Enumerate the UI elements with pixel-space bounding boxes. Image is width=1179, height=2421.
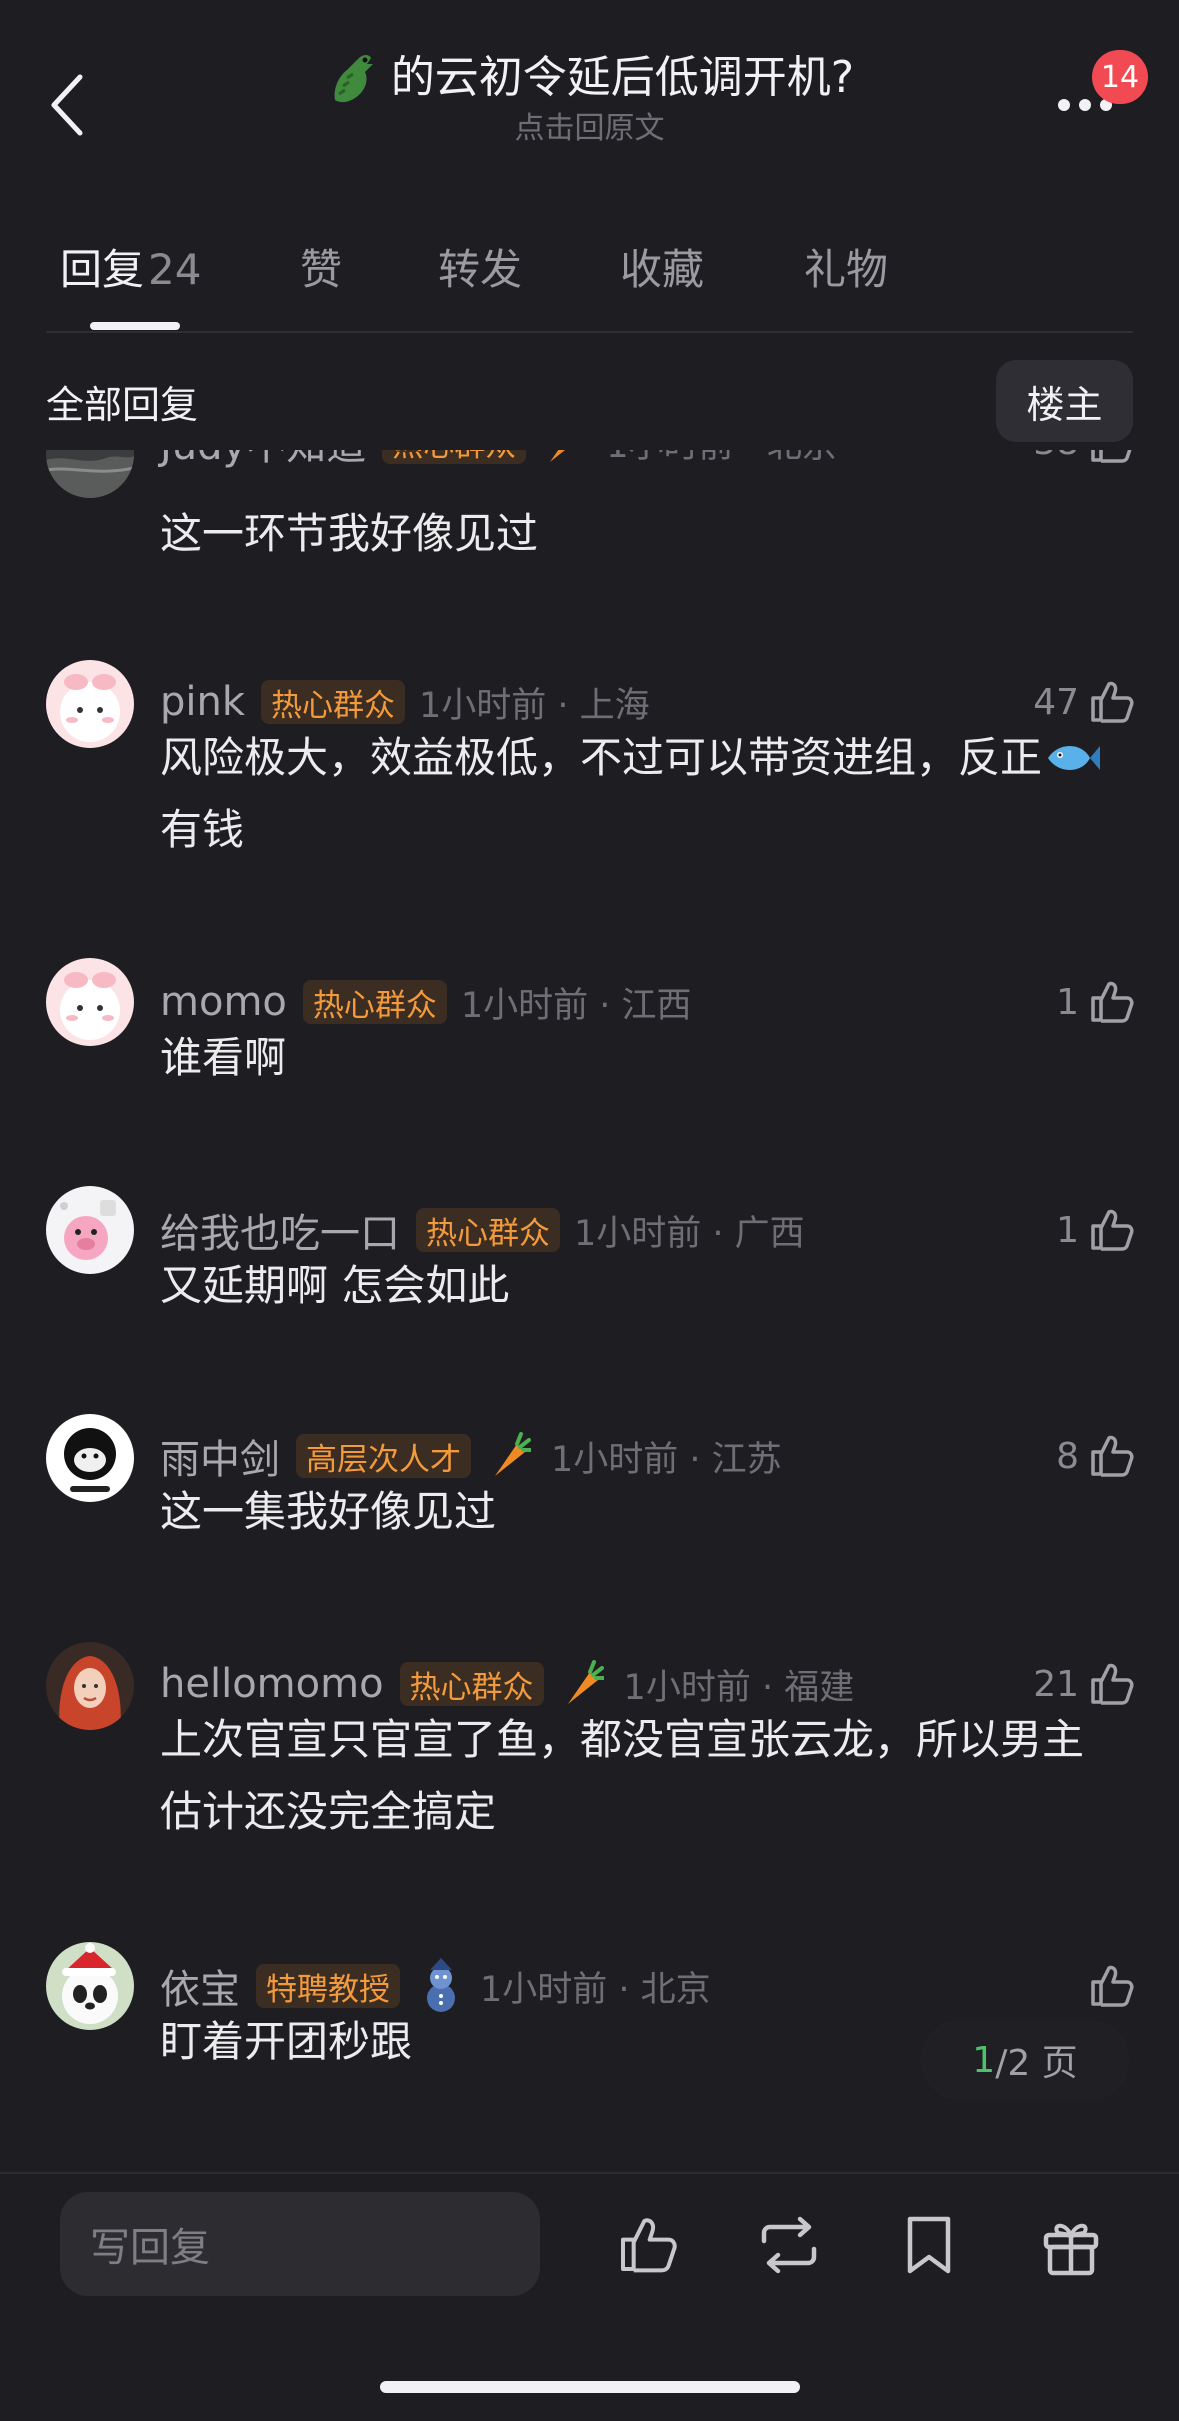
- comment-text: 上次官宣只官宣了鱼，都没官宣张云龙，所以男主估计还没完全搞定: [160, 1715, 1085, 1836]
- comment-text: 又延期啊 怎会如此: [160, 1261, 510, 1310]
- thumbs-up-icon: [1091, 1435, 1134, 1477]
- portrait-avatar-image: [46, 1642, 134, 1730]
- user-tag: 热心群众: [382, 450, 527, 464]
- avatar[interactable]: [46, 1642, 134, 1730]
- comment-text: 这一集我好像见过: [160, 1487, 497, 1536]
- pig-sticker-avatar-image: [46, 1186, 134, 1274]
- post-title-text: 的云初令延后低调开机?: [390, 52, 855, 103]
- comment-text: 谁看啊: [160, 1033, 287, 1082]
- comment-text: 这一环节我好像见过: [160, 509, 539, 558]
- section-header: 全部回复 楼主: [46, 360, 1133, 442]
- comment-time: 1小时前 · 福建: [623, 1667, 855, 1708]
- tabs-divider: [46, 331, 1133, 333]
- repost-button[interactable]: [754, 2210, 824, 2280]
- comment-time: 1小时前 · 北京: [480, 1969, 711, 2010]
- pink-cartoon-avatar-image: [46, 958, 134, 1046]
- all-replies-title: 全部回复: [46, 383, 199, 427]
- user-tag: 热心群众: [261, 680, 406, 724]
- thumbs-up-icon: [1091, 981, 1134, 1023]
- bookmark-icon: [907, 2216, 951, 2274]
- like-count: 47: [1033, 681, 1079, 723]
- more-dot-icon: [1079, 99, 1091, 111]
- username[interactable]: pink: [160, 679, 245, 725]
- thumbs-up-icon: [1091, 1209, 1134, 1251]
- back-chevron-icon: [51, 74, 83, 136]
- comment-meta: Judy不知道 热心群众 1小时前 · 北京: [160, 450, 837, 470]
- crocodile-emoji-icon: [334, 55, 373, 103]
- thumbs-up-icon: [1091, 681, 1134, 723]
- thumbs-up-icon: [1091, 1663, 1134, 1705]
- repost-icon: [761, 2216, 817, 2274]
- tab-bar: 回复24 赞 转发 收藏 礼物: [0, 230, 1179, 330]
- comment-time: 1小时前 · 江西: [460, 985, 692, 1026]
- thumbs-up-icon: [1091, 450, 1132, 463]
- like-button[interactable]: 38: [1033, 450, 1135, 470]
- tab-gifts[interactable]: 礼物: [804, 240, 888, 300]
- avatar[interactable]: [46, 1942, 134, 2030]
- back-to-original-link[interactable]: 点击回原文: [250, 110, 929, 148]
- comment-text-part: 风险极大，效益极低，不过可以带资进组，反正: [160, 733, 1043, 782]
- thumbs-up-icon: [621, 2218, 677, 2273]
- like-count: 1: [1056, 981, 1079, 1023]
- like-count: 8: [1056, 1435, 1079, 1477]
- user-tag: 热心群众: [302, 980, 447, 1024]
- meme-avatar-image: [46, 1414, 134, 1502]
- back-button[interactable]: [38, 70, 98, 140]
- user-tag: 高层次人才: [296, 1434, 471, 1478]
- comment-time: 1小时前 · 广西: [574, 1213, 805, 1254]
- avatar[interactable]: [46, 1414, 134, 1502]
- username[interactable]: hellomomo: [160, 1661, 384, 1707]
- panda-avatar-image: [46, 1942, 134, 2030]
- avatar[interactable]: [46, 450, 134, 498]
- gift-button[interactable]: [1036, 2210, 1106, 2280]
- avatar[interactable]: [46, 660, 134, 748]
- user-tag: 热心群众: [399, 1662, 544, 1706]
- comment-time: 1小时前 · 上海: [419, 685, 650, 726]
- user-tag: 热心群众: [416, 1208, 560, 1252]
- like-count: 21: [1033, 1663, 1079, 1705]
- reply-input[interactable]: 写回复: [60, 2192, 540, 2296]
- current-page: 1: [972, 2039, 996, 2081]
- tab-replies-label: 回复: [60, 245, 145, 294]
- comment-text-part: 有钱: [160, 805, 245, 854]
- tab-likes[interactable]: 赞: [300, 240, 342, 300]
- title-area[interactable]: 的云初令延后低调开机? 点击回原文: [250, 50, 929, 148]
- tab-reposts[interactable]: 转发: [438, 240, 522, 300]
- user-tag: 特聘教授: [256, 1964, 400, 2008]
- notification-badge: 14: [1092, 50, 1148, 104]
- tab-replies-count: 24: [148, 245, 202, 294]
- landscape-avatar-image: [46, 450, 134, 498]
- avatar[interactable]: [46, 958, 134, 1046]
- top-nav: 的云初令延后低调开机? 点击回原文 14: [0, 0, 1179, 170]
- like-count: 1: [1056, 1209, 1079, 1251]
- fish-emoji-icon: [1048, 746, 1101, 770]
- total-pages: /2 页: [995, 2043, 1078, 2084]
- comment-list[interactable]: Judy不知道 热心群众 1小时前 · 北京 38 这一环节我好像见过 pink…: [0, 450, 1179, 2170]
- comment-time: 1小时前 · 北京: [606, 450, 837, 468]
- like-count: 38: [1033, 450, 1079, 463]
- home-indicator: [380, 2381, 800, 2393]
- carrot-badge-icon: [542, 450, 592, 470]
- active-tab-indicator: [90, 322, 180, 330]
- page-indicator[interactable]: 1/2 页: [920, 2020, 1130, 2100]
- username[interactable]: Judy不知道: [160, 450, 366, 471]
- username[interactable]: momo: [160, 979, 287, 1025]
- pink-cartoon-avatar-image: [46, 660, 134, 748]
- bookmark-button[interactable]: [894, 2210, 964, 2280]
- comment-text: 风险极大，效益极低，不过可以带资进组，反正有钱: [160, 722, 1120, 866]
- tab-replies[interactable]: 回复24: [60, 240, 201, 300]
- gift-icon: [1043, 2223, 1099, 2276]
- avatar[interactable]: [46, 1186, 134, 1274]
- more-dot-icon: [1058, 99, 1070, 111]
- post-title: 的云初令延后低调开机?: [325, 50, 854, 106]
- like-post-button[interactable]: [612, 2210, 682, 2280]
- thumbs-up-icon: [1091, 1965, 1134, 2007]
- owner-only-button[interactable]: 楼主: [996, 360, 1133, 442]
- tab-favorites[interactable]: 收藏: [620, 240, 704, 300]
- comment-time: 1小时前 · 江苏: [551, 1439, 782, 1480]
